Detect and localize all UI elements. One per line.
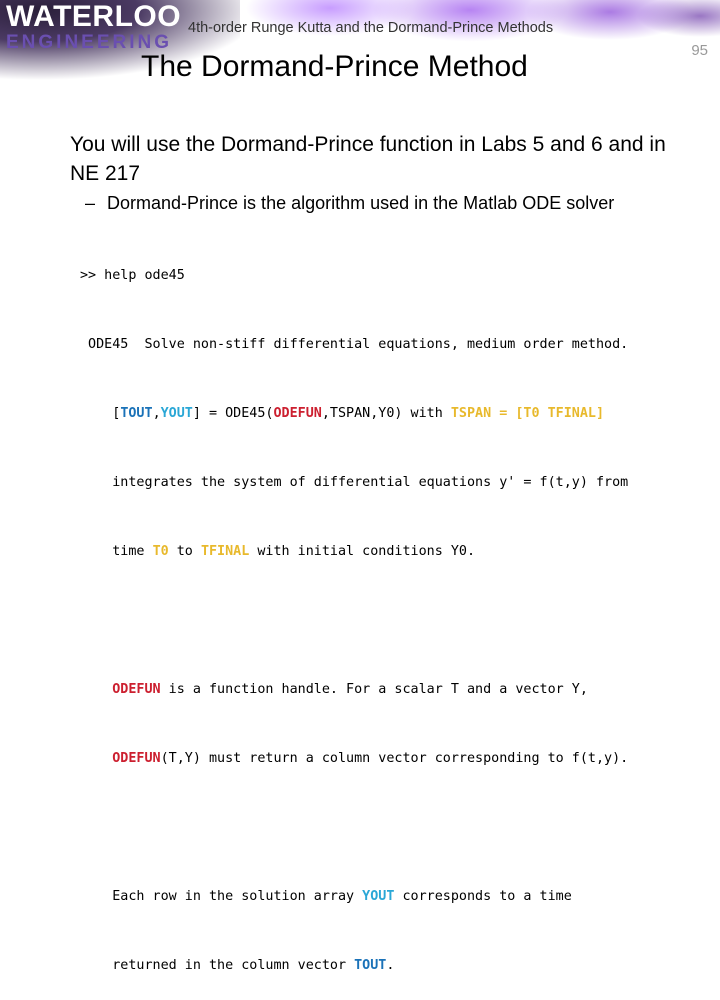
code-keyword-t0: T0: [152, 544, 169, 559]
code-keyword-yout: YOUT: [362, 889, 395, 904]
code-text: ,: [152, 406, 161, 421]
page-number: 95: [691, 42, 708, 59]
code-line: ODEFUN(T,Y) must return a column vector …: [80, 747, 628, 770]
code-text: ,TSPAN,Y0) with: [321, 406, 451, 421]
code-line: ODE45 Solve non-stiff differential equat…: [80, 337, 629, 352]
code-keyword-tspan: TSPAN = [T0 TFINAL]: [450, 406, 605, 421]
code-keyword-tfinal: TFINAL: [200, 544, 250, 559]
slide-title: The Dormand-Prince Method: [141, 50, 528, 83]
code-line: returned in the column vector TOUT.: [80, 954, 628, 977]
code-text: corresponds to a time: [394, 889, 572, 904]
code-line: [TOUT,YOUT] = ODE45(ODEFUN,TSPAN,Y0) wit…: [80, 402, 628, 425]
logo-waterloo-text: WATERLOO: [6, 0, 182, 33]
code-text: time: [80, 544, 153, 559]
code-keyword-odefun: ODEFUN: [112, 682, 161, 697]
code-keyword-odefun: ODEFUN: [273, 406, 322, 421]
code-text: to: [168, 544, 201, 559]
sub-bullet-text: Dormand-Prince is the algorithm used in …: [107, 193, 615, 213]
code-keyword-yout: YOUT: [160, 406, 193, 421]
code-line: ODEFUN is a function handle. For a scala…: [80, 678, 628, 701]
code-line: >> help ode45: [80, 268, 185, 283]
matlab-help-output: >> help ode45 ODE45 Solve non-stiff diff…: [80, 218, 628, 1000]
code-text: is a function handle. For a scalar T and…: [160, 682, 588, 697]
code-text: ] = ODE45(: [192, 406, 274, 421]
code-line: integrates the system of differential eq…: [80, 475, 629, 490]
bullet-point: You will use the Dormand-Prince function…: [70, 133, 666, 185]
code-keyword-odefun: ODEFUN: [112, 751, 161, 766]
sub-bullet-point: – Dormand-Prince is the algorithm used in…: [85, 193, 614, 214]
code-text: returned in the column vector: [80, 958, 355, 973]
dash-bullet-icon: –: [85, 193, 96, 213]
code-text: with initial conditions Y0.: [249, 544, 476, 559]
code-keyword-tout: TOUT: [120, 406, 153, 421]
course-subtitle: 4th-order Runge Kutta and the Dormand-Pr…: [188, 20, 554, 36]
code-line: time T0 to TFINAL with initial condition…: [80, 540, 628, 563]
waterloo-engineering-logo: WATERLOO ENGINEERING: [6, 0, 182, 53]
code-text: [: [80, 406, 121, 421]
code-text: Each row in the solution array: [80, 889, 363, 904]
code-line: Each row in the solution array YOUT corr…: [80, 885, 628, 908]
code-text: .: [386, 958, 395, 973]
code-keyword-tout: TOUT: [354, 958, 387, 973]
code-text: (T,Y) must return a column vector corres…: [160, 751, 629, 766]
